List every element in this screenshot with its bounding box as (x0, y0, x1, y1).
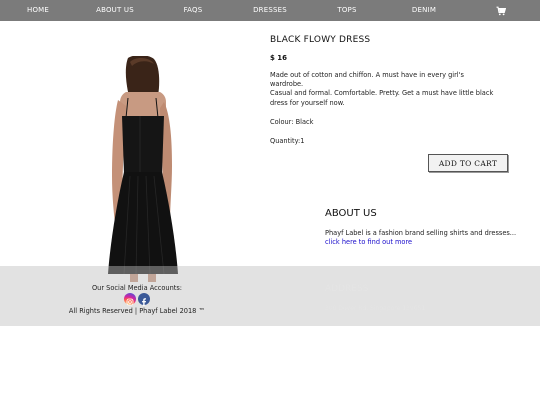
nav-item-dresses[interactable]: DRESSES (253, 0, 287, 21)
social-media-label: Our Social Media Accounts: (91, 284, 183, 292)
description-line: Casual and formal. Comfortable. Pretty. … (270, 89, 494, 107)
address-heading: ADDRESS (325, 284, 369, 294)
address-text: 300 Dover Rd, Singapore 139651 (325, 305, 426, 312)
nav-item-denim[interactable]: DENIM (412, 0, 436, 21)
nav-item-faqs[interactable]: FAQS (184, 0, 203, 21)
nav-item-home[interactable]: HOME (27, 0, 49, 21)
product-price: $ 16 (270, 54, 288, 62)
top-nav-bar: HOME ABOUT US FAQS DRESSES TOPS DENIM (0, 0, 540, 21)
product-title: BLACK FLOWY DRESS (270, 35, 371, 45)
add-to-cart-button[interactable]: ADD TO CART (428, 154, 508, 172)
copyright-text: All Rights Reserved | Phayf Label 2018 ™ (68, 307, 206, 315)
shopping-cart-icon[interactable] (496, 6, 506, 16)
description-line: Made out of cotton and chiffon. A must h… (270, 71, 464, 89)
product-description: Made out of cotton and chiffon. A must h… (270, 71, 495, 108)
product-image (108, 56, 178, 282)
product-colour: Colour: Black (270, 118, 314, 126)
nav-item-about-us[interactable]: ABOUT US (96, 0, 134, 21)
about-us-text: Phayf Label is a fashion brand selling s… (325, 229, 517, 237)
facebook-icon[interactable] (138, 293, 150, 306)
footer (0, 266, 540, 326)
find-out-more-link[interactable]: click here to find out more (325, 238, 412, 246)
nav-item-tops[interactable]: TOPS (337, 0, 356, 21)
product-quantity: Quantity:1 (270, 137, 305, 145)
about-us-heading: ABOUT US (325, 208, 377, 219)
instagram-icon[interactable] (124, 293, 136, 306)
